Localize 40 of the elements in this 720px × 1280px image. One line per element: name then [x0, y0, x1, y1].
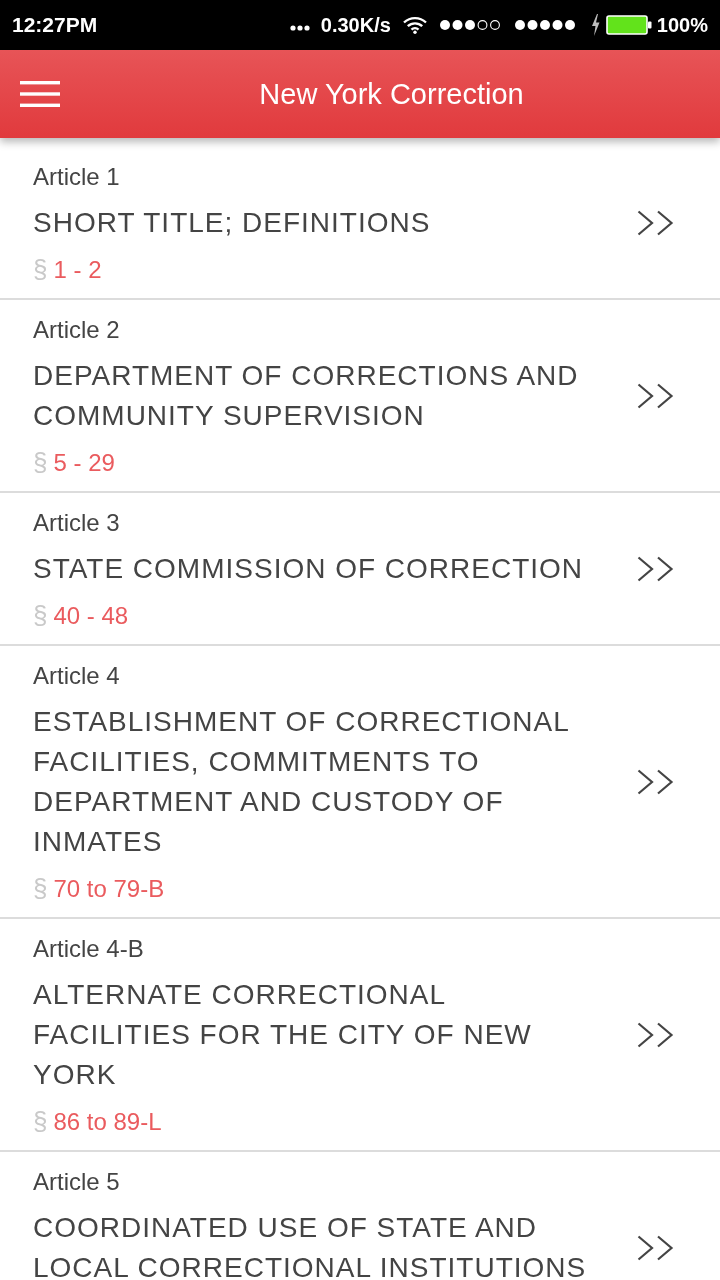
battery-percent: 100% — [656, 13, 708, 37]
more-dots-icon — [289, 25, 310, 31]
charging-bolt-icon — [590, 14, 600, 36]
article-title: SHORT TITLE; DEFINITIONS — [33, 206, 431, 240]
section-range: § 70 to 79-B — [33, 872, 165, 904]
double-chevron-icon — [637, 210, 674, 236]
network-speed: 0.30K/s — [320, 13, 391, 37]
article-title: ALTERNATE CORRECTIONAL FACILITIES FOR THE CITY OF NEW YORK — [33, 978, 533, 1092]
battery-icon — [605, 15, 652, 35]
double-chevron-icon — [637, 769, 674, 795]
article-list-item[interactable]: Article 1 SHORT TITLE; DEFINITIONS § 1 - 2 — [0, 147, 720, 300]
article-title: COORDINATED USE OF STATE AND LOCAL CORRECTIONAL INSTITUTIONS — [33, 1211, 588, 1280]
article-title: DEPARTMENT OF CORRECTIONS AND COMMUNITY SUPERVISION — [33, 359, 580, 433]
section-range: § 86 to 89-L — [33, 1105, 162, 1137]
article-number: Article 4-B — [33, 934, 144, 964]
clock-time: 12:27PM — [12, 13, 98, 37]
wifi-icon — [402, 16, 427, 34]
section-range: § 40 - 48 — [33, 599, 129, 631]
article-list-item[interactable]: Article 3 STATE COMMISSION OF CORRECTION § 40 - 48 — [0, 493, 720, 646]
double-chevron-icon — [637, 556, 674, 582]
signal-strength-icon — [513, 19, 576, 31]
signal-strength-icon — [438, 19, 501, 31]
article-list-item[interactable]: Article 2 DEPARTMENT OF CORRECTIONS AND COMMUNITY SUPERVISION § 5 - 29 — [0, 300, 720, 493]
article-number: Article 4 — [33, 661, 120, 691]
double-chevron-icon — [637, 1235, 674, 1261]
article-number: Article 1 — [33, 162, 120, 192]
article-number: Article 5 — [33, 1167, 120, 1197]
article-list-item[interactable]: Article 5 COORDINATED USE OF STATE AND LOCAL CORRECTIONAL INSTITUTIONS — [0, 1152, 720, 1280]
app-title: New York Correction — [259, 77, 524, 112]
section-range: § 5 - 29 — [33, 446, 115, 478]
article-title: STATE COMMISSION OF CORRECTION — [33, 552, 584, 586]
section-range: § 1 - 2 — [33, 253, 102, 285]
article-list-item[interactable]: Article 4-B ALTERNATE CORRECTIONAL FACILITIES FOR THE CITY OF NEW YORK § 86 to 89-L — [0, 919, 720, 1152]
article-list-item[interactable]: Article 4 ESTABLISHMENT OF CORRECTIONAL FACILITIES, COMMITMENTS TO DEPARTMENT AND CUSTODY OF INMATES § 70 to 79-B — [0, 646, 720, 919]
article-number: Article 3 — [33, 508, 120, 538]
article-number: Article 2 — [33, 315, 120, 345]
double-chevron-icon — [637, 383, 674, 409]
double-chevron-icon — [637, 1022, 674, 1048]
menu-icon[interactable] — [20, 81, 60, 107]
article-title: ESTABLISHMENT OF CORRECTIONAL FACILITIES, COMMITMENTS TO DEPARTMENT AND CUSTODY OF INMATES — [33, 705, 570, 859]
